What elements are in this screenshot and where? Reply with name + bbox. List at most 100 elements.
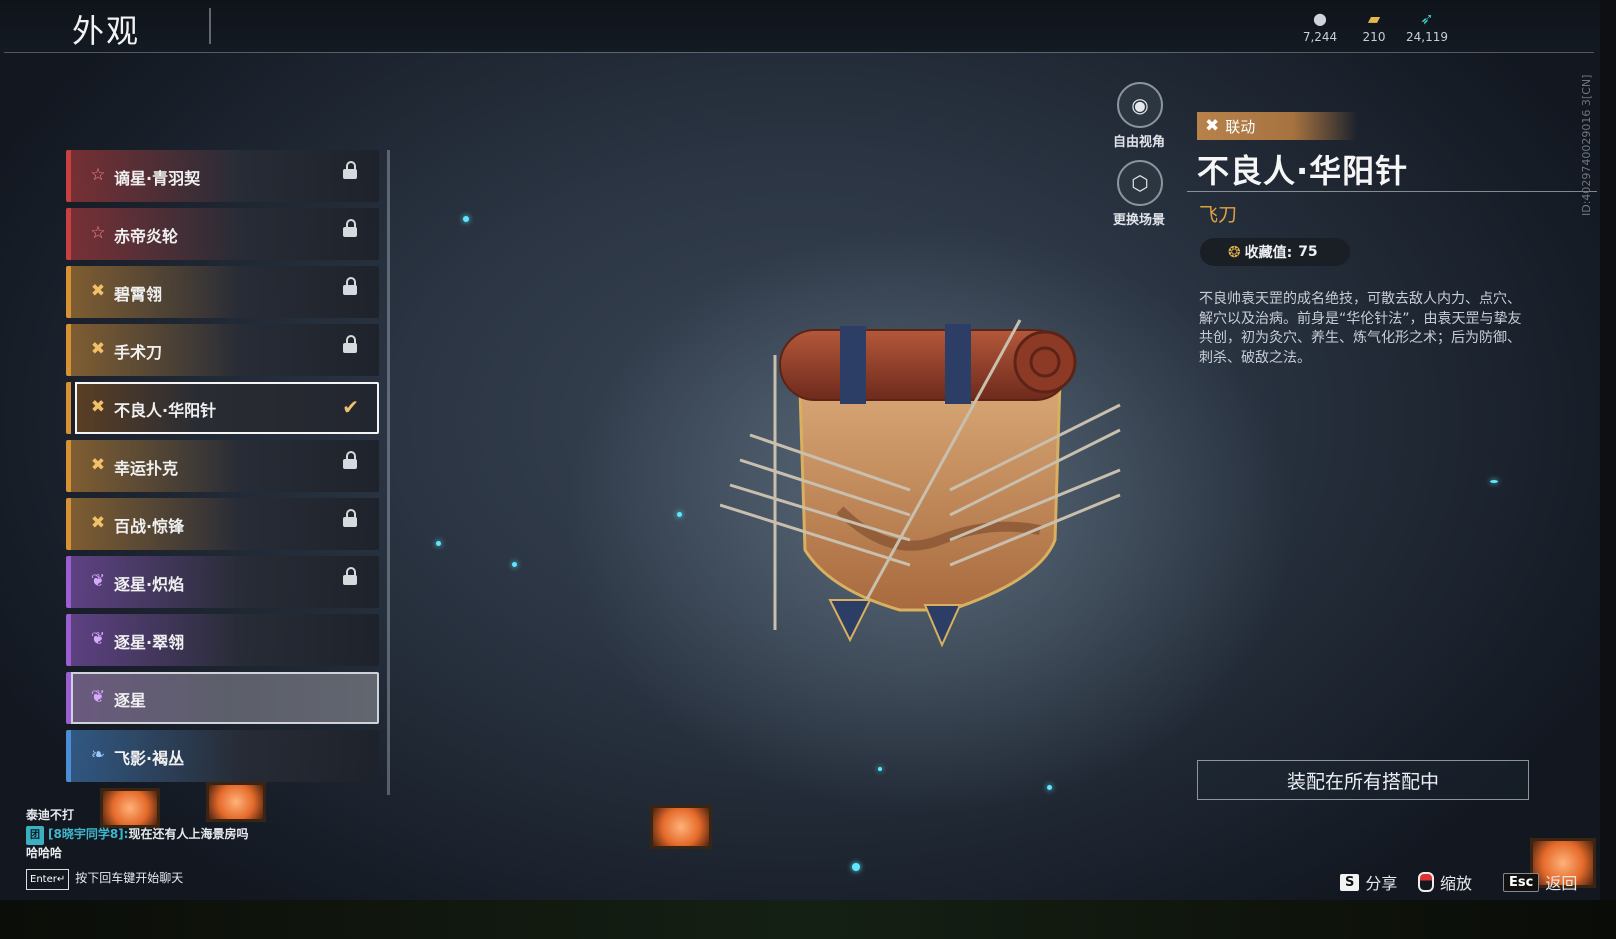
list-scrollbar[interactable] xyxy=(387,150,390,795)
bottom-strip xyxy=(0,900,1616,939)
currency-value: 210 xyxy=(1362,30,1386,44)
list-item-label: 手术刀 xyxy=(114,343,163,362)
currency-value: 24,119 xyxy=(1406,30,1448,44)
star-outline-icon: ☆ xyxy=(90,223,106,243)
collection-value-badge: ❂ 收藏值: 75 xyxy=(1200,238,1350,266)
list-item-label: 百战·惊锋 xyxy=(114,517,185,536)
collection-value: 75 xyxy=(1298,244,1318,260)
skin-list[interactable]: ☆ 谪星·青羽契 ☆ 赤帝炎轮 ✖ 碧霄翎 ✖ 手术刀 ✖ 不良人·华阳针 ✔ ✖ 幸运扑克 ✖ 百战·惊锋… xyxy=(66,150,380,795)
feather-icon: ➶ xyxy=(1420,9,1434,28)
equip-all-button[interactable]: 装配在所有搭配中 xyxy=(1197,760,1529,800)
back-hint[interactable]: Esc 返回 xyxy=(1503,870,1577,894)
wings-icon: ❦ xyxy=(90,687,106,707)
list-item[interactable]: ✖ 手术刀 xyxy=(66,324,379,376)
window-edge xyxy=(1600,0,1616,900)
chat-line: 团 [8晓宇同学8]:现在还有人上海景房吗 xyxy=(26,825,249,845)
small-wings-icon: ❧ xyxy=(90,745,106,765)
list-item[interactable]: ☆ 谪星·青羽契 xyxy=(66,150,379,202)
collab-tag: ✖ 联动 xyxy=(1197,112,1357,140)
spark-particle xyxy=(436,541,441,546)
cube-icon: ⬡ xyxy=(1131,171,1149,195)
spark-particle xyxy=(852,863,860,871)
scroll-body xyxy=(798,378,1062,612)
collection-label: 收藏值: xyxy=(1244,245,1293,261)
collab-tag-label: 联动 xyxy=(1225,117,1256,136)
share-label: 分享 xyxy=(1365,874,1398,893)
tier-bar xyxy=(66,382,71,434)
camera-icon: ◉ xyxy=(1131,93,1149,117)
list-item[interactable]: ✖ 百战·惊锋 xyxy=(66,498,379,550)
list-item-label: 赤帝炎轮 xyxy=(114,227,179,246)
list-item-label: 逐星·翠翎 xyxy=(114,633,185,652)
cross-blades-icon: ✖ xyxy=(90,513,106,533)
back-key: Esc xyxy=(1503,872,1540,892)
chat-sender[interactable]: [8晓宇同学8]: xyxy=(48,827,128,841)
currency-coin: ● 7,244 xyxy=(1290,8,1350,44)
channel-badge: 团 xyxy=(26,826,44,845)
spark-particle xyxy=(1047,785,1052,790)
lock-icon xyxy=(343,277,357,296)
divider xyxy=(1187,191,1597,192)
lock-icon xyxy=(343,567,357,586)
zoom-hint[interactable]: 缩放 xyxy=(1418,870,1472,894)
lock-icon xyxy=(343,451,357,470)
cross-blades-icon: ✖ xyxy=(90,281,106,301)
item-preview-model[interactable] xyxy=(720,310,1140,670)
zoom-label: 缩放 xyxy=(1440,874,1473,893)
free-view-button[interactable]: ◉ xyxy=(1117,82,1163,128)
enter-key: Enter↵ xyxy=(26,869,70,890)
item-type: 飞刀 xyxy=(1199,204,1238,226)
list-item[interactable]: ✖ 不良人·华阳针 ✔ xyxy=(66,382,379,434)
chat-prompt: 按下回车键开始聊天 xyxy=(75,871,184,885)
list-item[interactable]: ☆ 赤帝炎轮 xyxy=(66,208,379,260)
list-item-label: 幸运扑克 xyxy=(114,459,179,478)
list-item[interactable]: ❧ 飞影·褐丛 xyxy=(66,730,379,782)
list-item[interactable]: ❦ 逐星·翠翎 xyxy=(66,614,379,666)
back-label: 返回 xyxy=(1545,874,1578,893)
page-title: 外观 xyxy=(72,12,141,50)
list-item-label: 不良人·华阳针 xyxy=(114,401,217,420)
wings-icon: ❦ xyxy=(90,571,106,591)
share-key: S xyxy=(1340,873,1360,891)
spark-particle xyxy=(512,562,517,567)
list-item[interactable]: ❦ 逐星·炽焰 xyxy=(66,556,379,608)
coin-icon: ● xyxy=(1313,9,1327,28)
list-item[interactable]: ❦ 逐星 xyxy=(66,672,379,724)
mouse-icon xyxy=(1418,872,1434,892)
cross-blades-icon: ✖ xyxy=(90,339,106,359)
top-bar: 外观 ● 7,244 ▰ 210 ➶ 24,119 xyxy=(0,0,1600,52)
list-item-label: 逐星·炽焰 xyxy=(114,575,185,594)
collection-icon: ❂ xyxy=(1228,243,1241,261)
share-hint[interactable]: S 分享 xyxy=(1340,870,1397,894)
lock-icon xyxy=(343,509,357,528)
cross-blades-icon: ✖ xyxy=(90,397,106,417)
scene-background[interactable]: 外观 ● 7,244 ▰ 210 ➶ 24,119 ☆ 谪星·青羽契 ☆ 赤帝炎轮 ✖ 碧… xyxy=(0,0,1600,900)
spark-particle xyxy=(463,216,469,222)
check-icon: ✔ xyxy=(342,395,359,419)
star-outline-icon: ☆ xyxy=(90,165,106,185)
chat-input-hint[interactable]: Enter↵ 按下回车键开始聊天 xyxy=(26,869,248,890)
currency-ticket: ▰ 210 xyxy=(1344,8,1404,44)
lock-icon xyxy=(343,161,357,180)
list-item-label: 飞影·褐丛 xyxy=(114,749,185,768)
currency-value: 7,244 xyxy=(1302,30,1338,44)
currency-feather: ➶ 24,119 xyxy=(1397,8,1457,44)
lock-icon xyxy=(343,219,357,238)
wings-icon: ❦ xyxy=(90,629,106,649)
chat-line: 泰迪不打 xyxy=(26,808,75,822)
spark-particle xyxy=(1490,480,1498,483)
chat-line: 哈哈哈 xyxy=(26,846,63,860)
cross-blades-icon: ✖ xyxy=(1205,116,1220,136)
spark-particle xyxy=(677,512,682,517)
change-scene-label: 更换场景 xyxy=(1112,213,1165,228)
item-name: 不良人·华阳针 xyxy=(1197,152,1409,190)
list-item-label: 逐星 xyxy=(114,691,147,710)
list-item[interactable]: ✖ 幸运扑克 xyxy=(66,440,379,492)
item-id: ID:4029740029016 3[CN] xyxy=(1580,74,1593,216)
chat-box[interactable]: 泰迪不打 团 [8晓宇同学8]:现在还有人上海景房吗 哈哈哈 Enter↵ 按下回车… xyxy=(26,806,249,890)
spark-particle xyxy=(878,767,882,771)
list-item[interactable]: ✖ 碧霄翎 xyxy=(66,266,379,318)
free-view-label: 自由视角 xyxy=(1112,135,1165,150)
chat-message: 现在还有人上海景房吗 xyxy=(128,827,249,841)
change-scene-button[interactable]: ⬡ xyxy=(1117,160,1163,206)
